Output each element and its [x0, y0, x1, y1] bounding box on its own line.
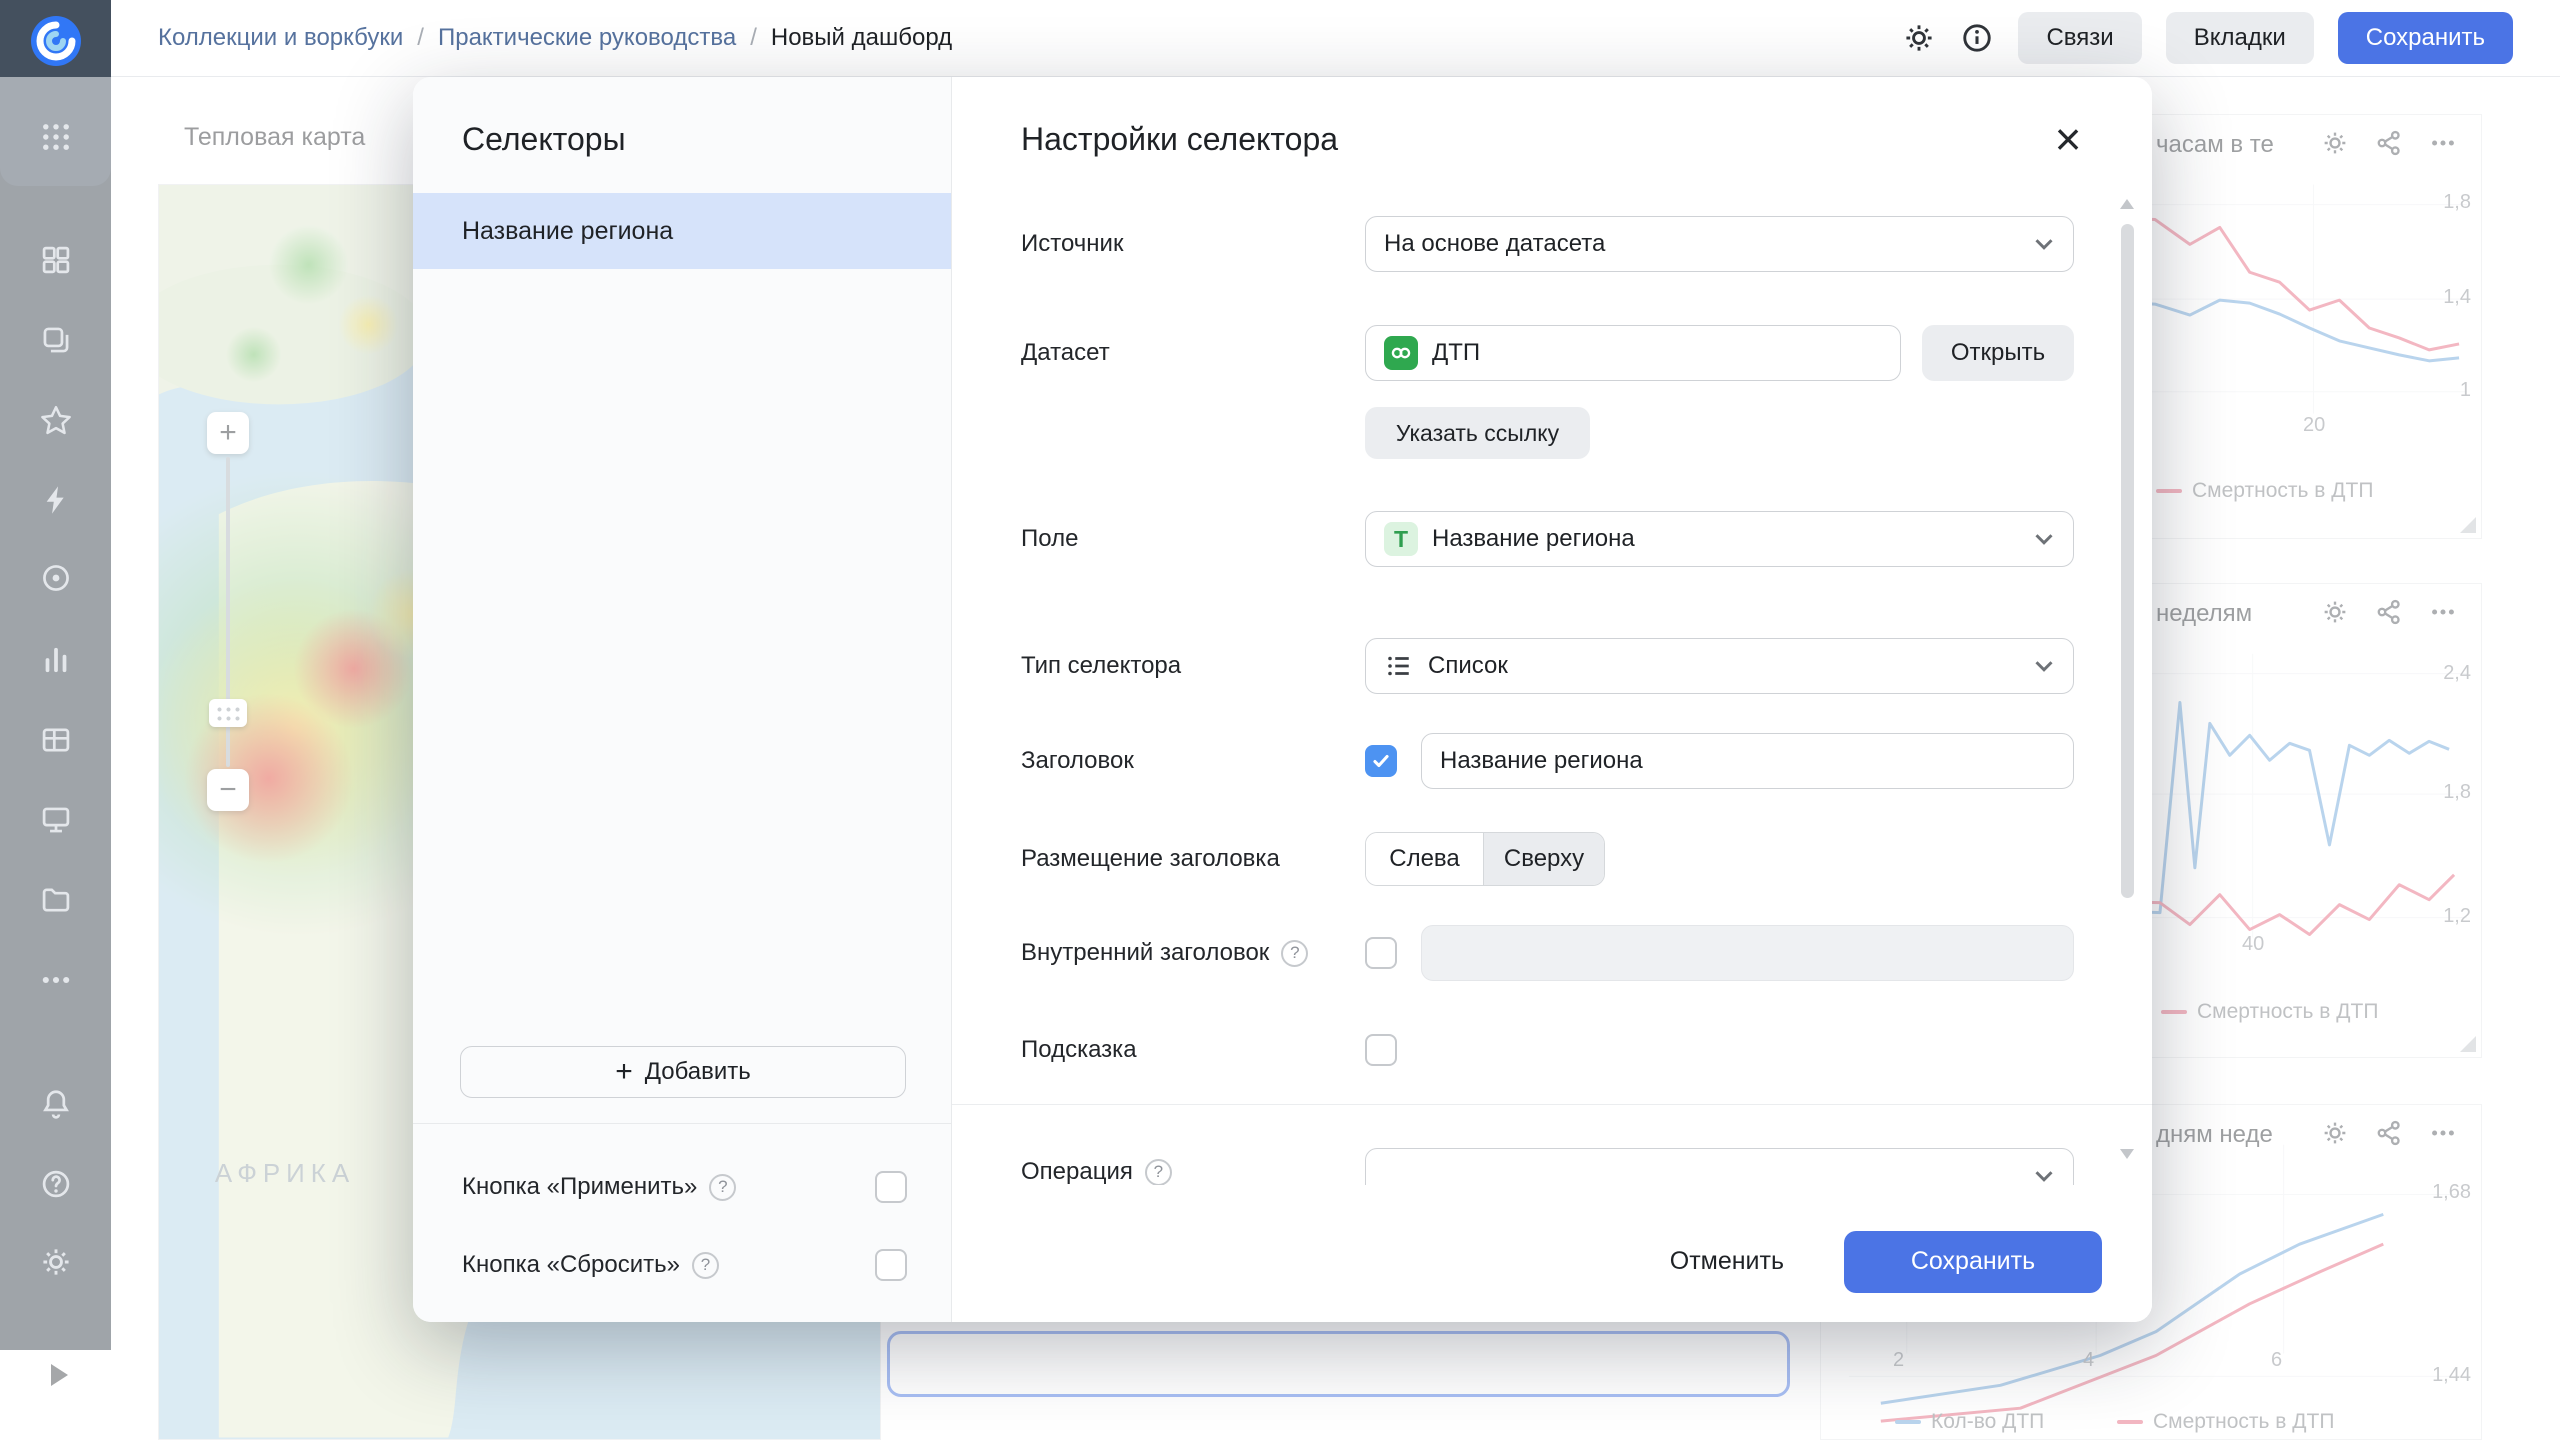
- breadcrumb-current: Новый дашборд: [771, 24, 952, 52]
- inner-title-label-text: Внутренний заголовок: [1021, 938, 1269, 968]
- question-icon[interactable]: ?: [692, 1252, 719, 1279]
- info-icon[interactable]: [1960, 21, 1994, 55]
- apply-option-label: Кнопка «Применить»: [462, 1173, 697, 1201]
- divider: [413, 1123, 951, 1124]
- reset-option-label: Кнопка «Сбросить»: [462, 1251, 680, 1279]
- question-icon[interactable]: ?: [709, 1174, 736, 1201]
- title-input[interactable]: [1421, 733, 2074, 789]
- inner-title-input[interactable]: [1421, 925, 2074, 981]
- save-dashboard-button[interactable]: Сохранить: [2338, 12, 2513, 64]
- plus-icon: +: [615, 1057, 633, 1087]
- dataset-icon: [1384, 336, 1418, 370]
- hint-label: Подсказка: [1021, 1035, 1137, 1065]
- settings-panel-title: Настройки селектора: [1021, 121, 1338, 158]
- scrollbar-thumb[interactable]: [2121, 224, 2134, 898]
- field-label: Поле: [1021, 524, 1078, 554]
- selectors-list-panel: Селекторы Название региона + Добавить Кн…: [413, 77, 952, 1322]
- apply-button-checkbox[interactable]: [875, 1171, 907, 1203]
- reset-button-checkbox[interactable]: [875, 1249, 907, 1281]
- breadcrumb-guides[interactable]: Практические руководства: [438, 24, 736, 52]
- add-selector-label: Добавить: [645, 1058, 751, 1086]
- inner-title-label: Внутренний заголовок ?: [1021, 938, 1308, 968]
- scroll-down-arrow[interactable]: [2120, 1149, 2134, 1159]
- dialog-footer: Отменить Сохранить: [952, 1185, 2152, 1322]
- reset-button-option-row: Кнопка «Сбросить» ?: [462, 1237, 951, 1293]
- breadcrumb: Коллекции и воркбуки / Практические руко…: [158, 24, 952, 52]
- field-value: Название региона: [1432, 525, 1635, 553]
- hint-checkbox[interactable]: [1365, 1034, 1397, 1066]
- header: Коллекции и воркбуки / Практические руко…: [111, 0, 2560, 77]
- chevron-down-icon: [2029, 524, 2059, 554]
- breadcrumb-separator: /: [417, 24, 424, 52]
- app: Коллекции и воркбуки / Практические руко…: [0, 0, 2560, 1440]
- question-icon[interactable]: ?: [1145, 1159, 1172, 1186]
- chevron-down-icon: [2029, 229, 2059, 259]
- selector-type-select[interactable]: Список: [1365, 638, 2074, 694]
- selector-list-item-region[interactable]: Название региона: [413, 193, 951, 269]
- selector-settings-dialog: Селекторы Название региона + Добавить Кн…: [413, 77, 2152, 1322]
- divider: [952, 1104, 2152, 1105]
- title-checkbox[interactable]: [1365, 745, 1397, 777]
- operation-label: Операция ?: [1021, 1157, 1172, 1187]
- source-label: Источник: [1021, 229, 1123, 259]
- breadcrumb-collections[interactable]: Коллекции и воркбуки: [158, 24, 403, 52]
- source-value: На основе датасета: [1384, 230, 1605, 258]
- placement-left-option[interactable]: Слева: [1366, 833, 1483, 885]
- cancel-button[interactable]: Отменить: [1670, 1247, 1784, 1276]
- apply-button-option-row: Кнопка «Применить» ?: [462, 1159, 951, 1215]
- dataset-value: ДТП: [1432, 339, 1480, 367]
- selector-type-label: Тип селектора: [1021, 651, 1181, 681]
- selector-settings-panel: Настройки селектора × Источник На основе…: [952, 77, 2152, 1322]
- close-icon[interactable]: ×: [2044, 115, 2092, 163]
- field-select[interactable]: T Название региона: [1365, 511, 2074, 567]
- dataset-field[interactable]: ДТП: [1365, 325, 1901, 381]
- list-icon: [1384, 651, 1414, 681]
- source-select[interactable]: На основе датасета: [1365, 216, 2074, 272]
- chevron-down-icon: [2029, 651, 2059, 681]
- dataset-label: Датасет: [1021, 338, 1110, 368]
- string-field-icon: T: [1384, 522, 1418, 556]
- datalens-logo[interactable]: [30, 15, 82, 67]
- links-button[interactable]: Связи: [2018, 12, 2141, 64]
- selectors-panel-title: Селекторы: [462, 121, 626, 158]
- dashboard-settings-gear-icon[interactable]: [1902, 21, 1936, 55]
- scroll-up-arrow[interactable]: [2120, 199, 2134, 209]
- inner-title-checkbox[interactable]: [1365, 937, 1397, 969]
- operation-label-text: Операция: [1021, 1157, 1133, 1187]
- question-icon[interactable]: ?: [1281, 940, 1308, 967]
- save-selector-button[interactable]: Сохранить: [1844, 1231, 2102, 1293]
- add-selector-button[interactable]: + Добавить: [460, 1046, 906, 1098]
- tabs-button[interactable]: Вкладки: [2166, 12, 2314, 64]
- title-label: Заголовок: [1021, 746, 1134, 776]
- selector-type-value: Список: [1428, 652, 1508, 680]
- specify-link-button[interactable]: Указать ссылку: [1365, 407, 1590, 459]
- breadcrumb-separator: /: [750, 24, 757, 52]
- open-dataset-button[interactable]: Открыть: [1922, 325, 2074, 381]
- placement-label: Размещение заголовка: [1021, 844, 1280, 874]
- title-placement-toggle: Слева Сверху: [1365, 832, 1605, 886]
- header-actions: Связи Вкладки Сохранить: [1902, 12, 2513, 64]
- placement-top-option[interactable]: Сверху: [1483, 833, 1604, 885]
